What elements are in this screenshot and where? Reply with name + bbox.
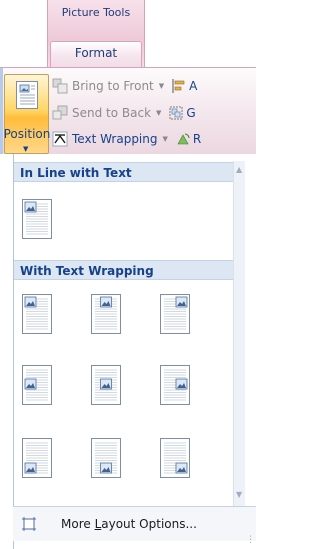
page-thumbnail-icon [91,438,121,478]
page-thumbnail-icon [160,365,190,405]
align-label: A [189,79,198,93]
page-thumbnail-icon [160,438,190,478]
position-option-top-right[interactable] [160,294,190,334]
position-option-top-left[interactable] [22,294,52,334]
dropdown-left-edge [0,154,14,549]
context-group-title: Picture Tools [61,6,131,19]
position-gallery: In Line with Text With Text Wrapping [13,161,244,503]
more-layout-options-label: More Layout Options... [61,517,197,531]
page-thumbnail-icon [22,438,52,478]
section-header-wrapping: With Text Wrapping [14,260,234,280]
bring-to-front-button[interactable]: Bring to Front ▼ A [52,76,197,96]
send-to-back-button[interactable]: Send to Back ▼ G [52,103,196,123]
text-wrapping-label: Text Wrapping [72,132,158,146]
resize-grip-icon[interactable]: ⋮ [246,535,255,545]
chevron-down-icon: ▼ [156,109,162,117]
more-layout-options-button[interactable]: More Layout Options... [13,506,256,541]
send-to-back-label: Send to Back [72,106,152,120]
position-button[interactable]: Position ▼ [3,74,51,154]
position-option-inline-top-left[interactable] [22,199,52,239]
position-icon [16,81,38,109]
bring-to-front-label: Bring to Front [72,79,154,93]
group-icon [169,106,183,120]
text-wrapping-button[interactable]: Text Wrapping ▼ R [52,129,201,149]
chevron-down-icon: ▼ [158,82,165,90]
align-icon [172,79,185,93]
rotate-icon [177,133,190,145]
page-thumbnail-icon [160,294,190,334]
group-label: G [186,106,196,120]
position-option-middle-center[interactable] [91,365,121,405]
section-header-inline: In Line with Text [14,162,234,182]
position-option-bottom-left[interactable] [22,438,52,478]
position-option-middle-right[interactable] [160,365,190,405]
position-option-top-center[interactable] [91,294,121,334]
rotate-label: R [192,132,202,146]
position-option-bottom-right[interactable] [160,438,190,478]
page-thumbnail-icon [22,199,52,239]
page-thumbnail-icon [91,294,121,334]
page-thumbnail-icon [22,294,52,334]
send-to-back-icon [52,105,68,120]
position-option-middle-left[interactable] [22,365,52,405]
tab-format[interactable]: Format [50,41,142,68]
position-option-bottom-center[interactable] [91,438,121,478]
position-button-label: Position [3,127,51,141]
bring-to-front-icon [52,78,68,94]
ribbon-arrange-group: Position ▼ Bring to Front ▼ A Send to Ba… [0,68,256,154]
chevron-down-icon: ▼ [162,135,168,143]
gallery-scrollbar[interactable]: ▲ ▼ [233,161,245,506]
text-wrapping-icon [52,131,68,147]
scroll-up-icon[interactable]: ▲ [236,165,242,174]
page-thumbnail-icon [22,365,52,405]
chevron-down-icon: ▼ [23,145,29,153]
page-thumbnail-icon [91,365,121,405]
tab-format-label: Format [74,46,118,60]
scroll-down-icon[interactable]: ▼ [236,490,242,499]
layout-options-icon [22,517,36,531]
